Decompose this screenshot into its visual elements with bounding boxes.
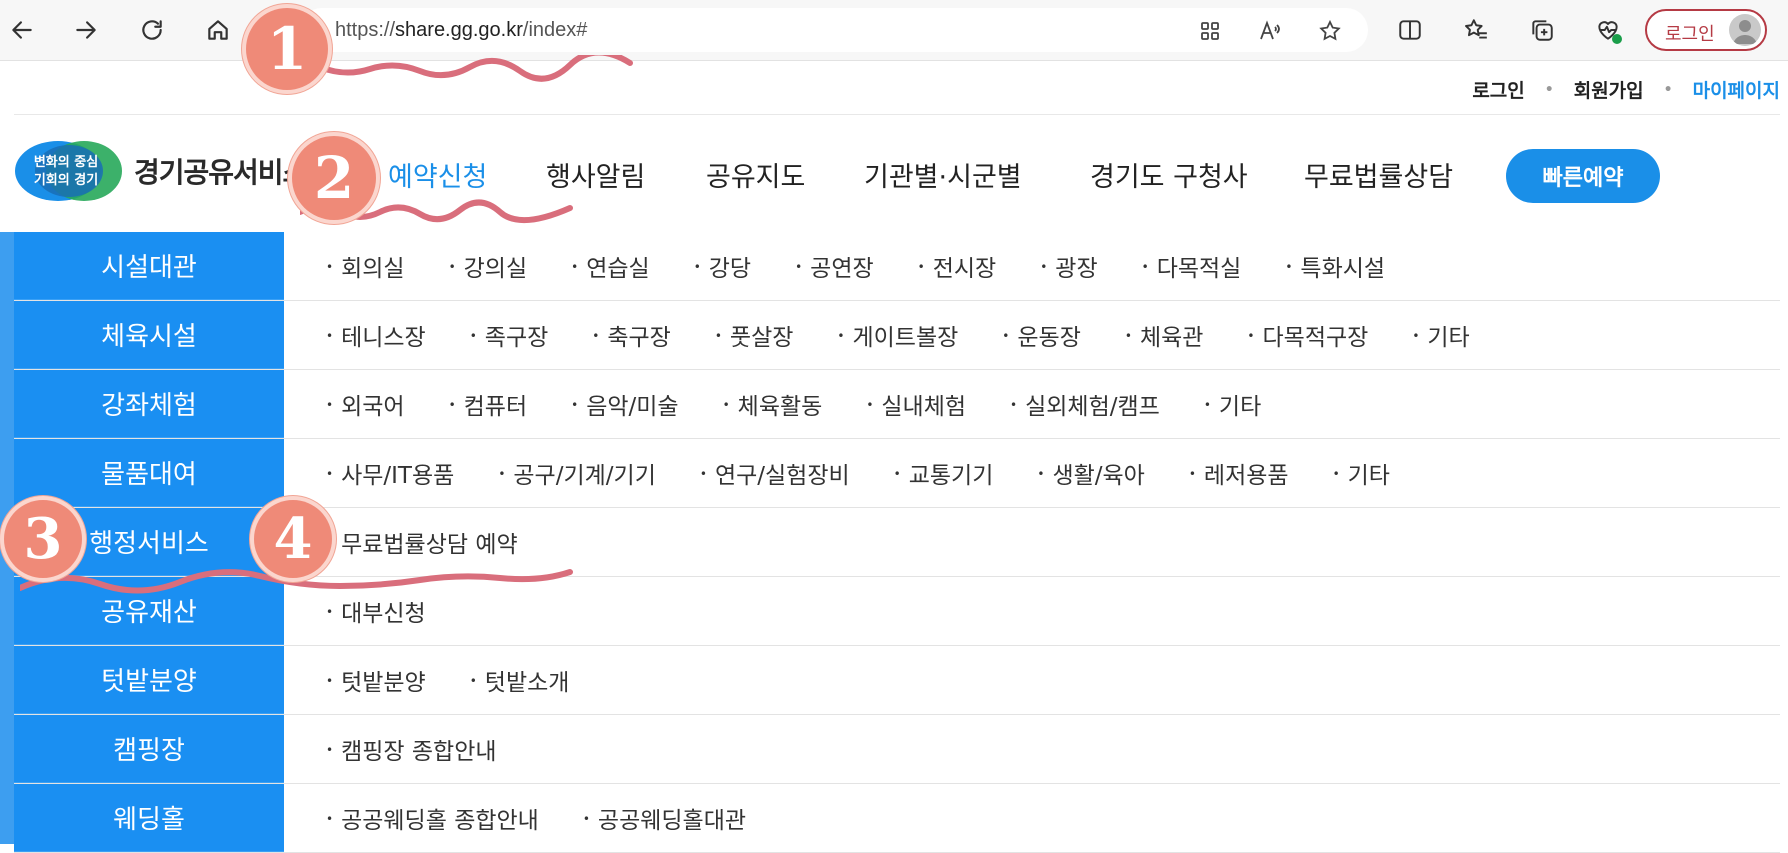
menu-item-link[interactable]: 광장 (1040, 249, 1097, 283)
menu-item-list: 캠핑장 종합안내 (326, 715, 541, 783)
annotation-1: 1 (246, 8, 328, 90)
menu-category[interactable]: 체육시설 (14, 301, 284, 369)
mypage-link[interactable]: 마이페이지 (1693, 76, 1780, 103)
gnb-reservation[interactable]: 예약신청 (388, 155, 487, 194)
menu-item-link[interactable]: 교통기기 (894, 456, 994, 490)
menu-item-list: 테니스장 족구장 축구장 풋살장 게이트볼장 운동장 체육관 다목적구장 기타 (326, 301, 1514, 369)
menu-category[interactable]: 강좌체험 (14, 370, 284, 438)
forward-icon[interactable] (68, 12, 104, 48)
annotation-squiggle-1 (270, 55, 633, 82)
annotation-4: 4 (254, 500, 332, 578)
menu-item-link[interactable]: 체육관 (1125, 318, 1203, 352)
menu-item-link[interactable]: 특화시설 (1285, 249, 1385, 283)
menu-item-link[interactable]: 공공웨딩홀 종합안내 (326, 801, 539, 835)
menu-item-link[interactable]: 전시장 (918, 249, 996, 283)
menu-category[interactable]: 시설대관 (14, 232, 284, 300)
menu-item-link[interactable]: 풋살장 (715, 318, 793, 352)
menu-row: 시설대관 회의실 강의실 연습실 강당 공연장 전시장 광장 다목적실 특화시설 (14, 232, 1780, 301)
back-icon[interactable] (4, 12, 40, 48)
menu-item-link[interactable]: 운동장 (1002, 318, 1080, 352)
menu-row: 캠핑장 캠핑장 종합안내 (14, 715, 1780, 784)
menu-item-link[interactable]: 레저용품 (1189, 456, 1289, 490)
menu-item-link[interactable]: 테니스장 (326, 318, 426, 352)
menu-item-link[interactable]: 음악/미술 (571, 387, 678, 421)
annotation-3: 3 (4, 500, 82, 578)
utility-links: 로그인 • 회원가입 • 마이페이지 (1472, 76, 1780, 103)
menu-item-link[interactable]: 족구장 (470, 318, 548, 352)
menu-item-link[interactable]: 기타 (1412, 318, 1469, 352)
separator-dot: • (1663, 81, 1673, 98)
url-path: /index# (522, 19, 588, 41)
read-aloud-icon[interactable] (1256, 17, 1284, 45)
annotation-2: 2 (292, 136, 376, 220)
status-dot (1612, 34, 1622, 44)
gnb-share-map[interactable]: 공유지도 (706, 155, 805, 194)
app-grid-icon[interactable] (1196, 17, 1224, 45)
gnb-district-office[interactable]: 경기도 구청사 (1090, 155, 1248, 194)
menu-row: 텃밭분양 텃밭분양 텃밭소개 (14, 646, 1780, 715)
menu-item-link[interactable]: 사무/IT용품 (326, 456, 454, 490)
menu-item-link[interactable]: 공공웨딩홀대관 (583, 801, 746, 835)
menu-category[interactable]: 캠핑장 (14, 715, 284, 783)
menu-item-list: 사무/IT용품 공구/기계/기기 연구/실험장비 교통기기 생활/육아 레저용품 기타 (326, 439, 1434, 507)
health-icon[interactable] (1592, 14, 1624, 46)
menu-item-link[interactable]: 실외체험/캠프 (1010, 387, 1160, 421)
menu-category[interactable]: 텃밭분양 (14, 646, 284, 714)
login-link[interactable]: 로그인 (1472, 76, 1524, 103)
menu-item-link[interactable]: 연습실 (571, 249, 649, 283)
menu-item-link[interactable]: 체육활동 (723, 387, 823, 421)
split-screen-icon[interactable] (1394, 14, 1426, 46)
menu-row: 웨딩홀 공공웨딩홀 종합안내 공공웨딩홀대관 (14, 784, 1780, 853)
menu-item-link[interactable]: 다목적실 (1142, 249, 1242, 283)
menu-item-link[interactable]: 게이트볼장 (837, 318, 958, 352)
menu-item-link[interactable]: 회의실 (326, 249, 404, 283)
gnb-by-agency[interactable]: 기관별·시군별 (864, 155, 1022, 194)
menu-item-list: 외국어 컴퓨터 음악/미술 체육활동 실내체험 실외체험/캠프 기타 (326, 370, 1305, 438)
refresh-icon[interactable] (134, 12, 170, 48)
menu-item-link[interactable]: 캠핑장 종합안내 (326, 732, 496, 766)
menu-item-link[interactable]: 기타 (1204, 387, 1261, 421)
menu-item-link[interactable]: 무료법률상담 예약 (326, 525, 518, 559)
menu-category[interactable]: 물품대여 (14, 439, 284, 507)
quick-reservation-button[interactable]: 빠른예약 (1506, 149, 1660, 203)
menu-item-link[interactable]: 축구장 (592, 318, 670, 352)
menu-item-list: 공공웨딩홀 종합안내 공공웨딩홀대관 (326, 784, 790, 852)
menu-item-link[interactable]: 외국어 (326, 387, 404, 421)
header-divider (14, 114, 1780, 115)
profile-button[interactable]: 로그인 (1645, 9, 1767, 51)
menu-item-link[interactable]: 생활/육아 (1037, 456, 1144, 490)
profile-avatar-icon (1729, 14, 1761, 46)
menu-item-link[interactable]: 텃밭분양 (326, 663, 426, 697)
url-scheme: https:// (335, 19, 396, 41)
menu-row: 강좌체험 외국어 컴퓨터 음악/미술 체육활동 실내체험 실외체험/캠프 기타 (14, 370, 1780, 439)
menu-item-link[interactable]: 강의실 (449, 249, 527, 283)
menu-item-link[interactable]: 컴퓨터 (449, 387, 527, 421)
home-icon[interactable] (200, 12, 236, 48)
menu-item-link[interactable]: 기타 (1333, 456, 1390, 490)
separator-dot: • (1544, 81, 1554, 98)
menu-item-link[interactable]: 공연장 (795, 249, 873, 283)
favorites-icon[interactable] (1460, 14, 1492, 46)
url-domain: share.gg.go.kr (395, 19, 523, 41)
menu-row: 물품대여 사무/IT용품 공구/기계/기기 연구/실험장비 교통기기 생활/육아 레저용품 기… (14, 439, 1780, 508)
star-icon[interactable] (1316, 17, 1344, 45)
menu-item-list: 회의실 강의실 연습실 강당 공연장 전시장 광장 다목적실 특화시설 (326, 232, 1429, 300)
address-bar[interactable]: https://share.gg.go.kr/index# (300, 8, 1368, 52)
menu-item-list: 텃밭분양 텃밭소개 (326, 646, 613, 714)
menu-item-link[interactable]: 실내체험 (866, 387, 966, 421)
url-text[interactable]: https://share.gg.go.kr/index# (335, 19, 587, 42)
profile-label: 로그인 (1665, 24, 1715, 45)
menu-item-link[interactable]: 텃밭소개 (470, 663, 570, 697)
menu-item-link[interactable]: 공구/기계/기기 (498, 456, 655, 490)
signup-link[interactable]: 회원가입 (1574, 76, 1644, 103)
collections-icon[interactable] (1526, 14, 1558, 46)
menu-category[interactable]: 웨딩홀 (14, 784, 284, 852)
menu-row: 체육시설 테니스장 족구장 축구장 풋살장 게이트볼장 운동장 체육관 다목적구장 기타 (14, 301, 1780, 370)
menu-item-link[interactable]: 강당 (694, 249, 751, 283)
gnb-legal-consult[interactable]: 무료법률상담 (1304, 155, 1453, 194)
gnb-events[interactable]: 행사알림 (546, 155, 645, 194)
menu-item-link[interactable]: 다목적구장 (1247, 318, 1369, 352)
menu-item-link[interactable]: 연구/실험장비 (700, 456, 850, 490)
